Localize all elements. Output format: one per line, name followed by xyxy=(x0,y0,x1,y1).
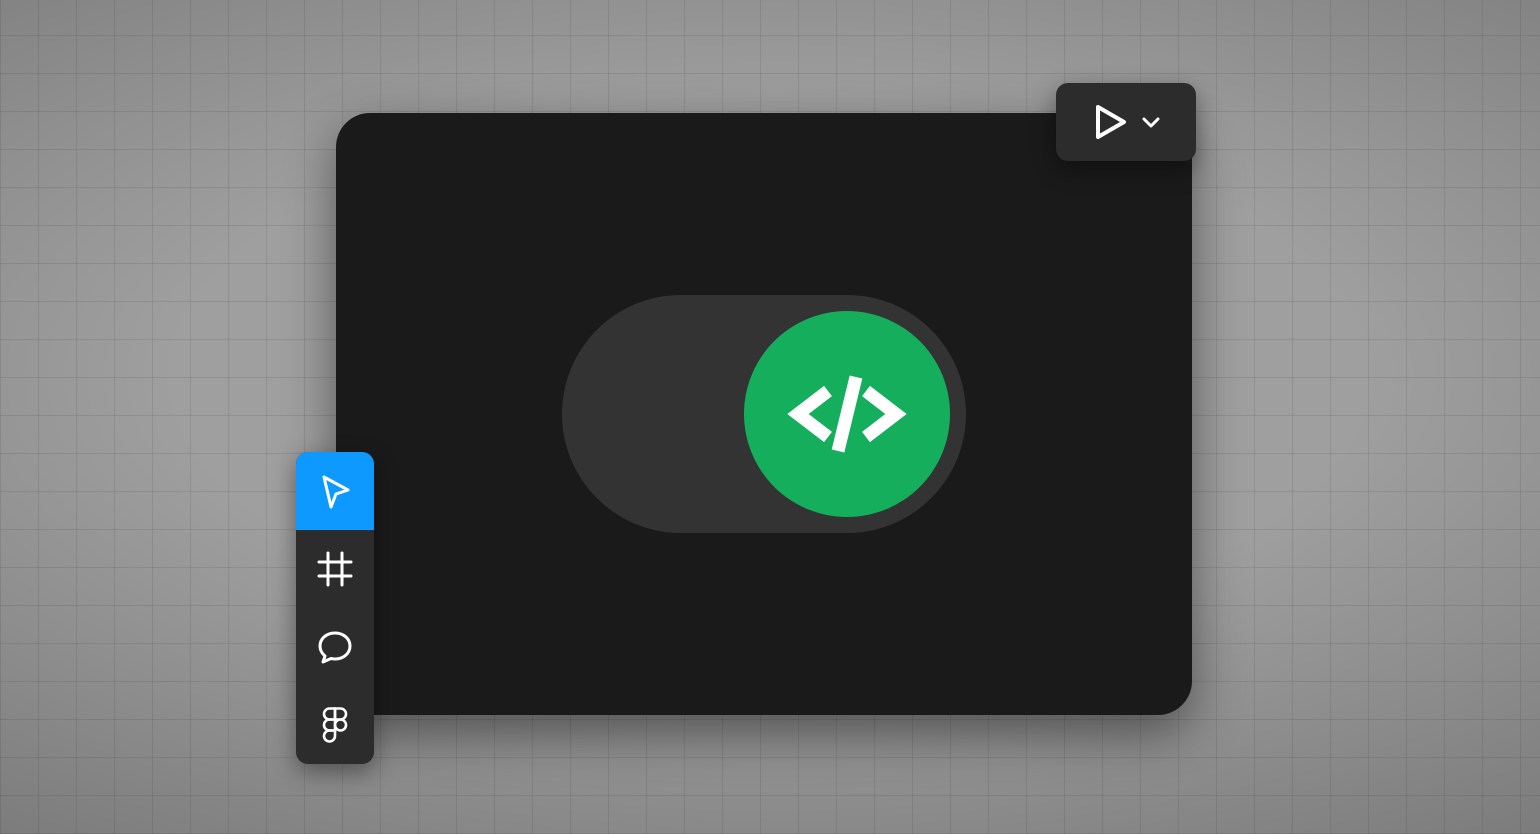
chevron-down-icon xyxy=(1140,111,1162,133)
design-canvas[interactable] xyxy=(336,113,1192,715)
comment-tool-icon xyxy=(315,627,355,667)
figma-logo-icon xyxy=(315,705,355,745)
figma-menu[interactable] xyxy=(296,686,374,764)
play-icon xyxy=(1090,102,1130,142)
code-icon xyxy=(784,351,910,477)
frame-tool-icon xyxy=(315,549,355,589)
frame-tool[interactable] xyxy=(296,530,374,608)
dev-mode-toggle-knob xyxy=(744,311,950,517)
comment-tool[interactable] xyxy=(296,608,374,686)
tools-toolbar xyxy=(296,452,374,764)
dev-mode-toggle[interactable] xyxy=(562,295,966,533)
move-tool[interactable] xyxy=(296,452,374,530)
move-tool-icon xyxy=(315,471,355,511)
present-button[interactable] xyxy=(1056,83,1196,161)
